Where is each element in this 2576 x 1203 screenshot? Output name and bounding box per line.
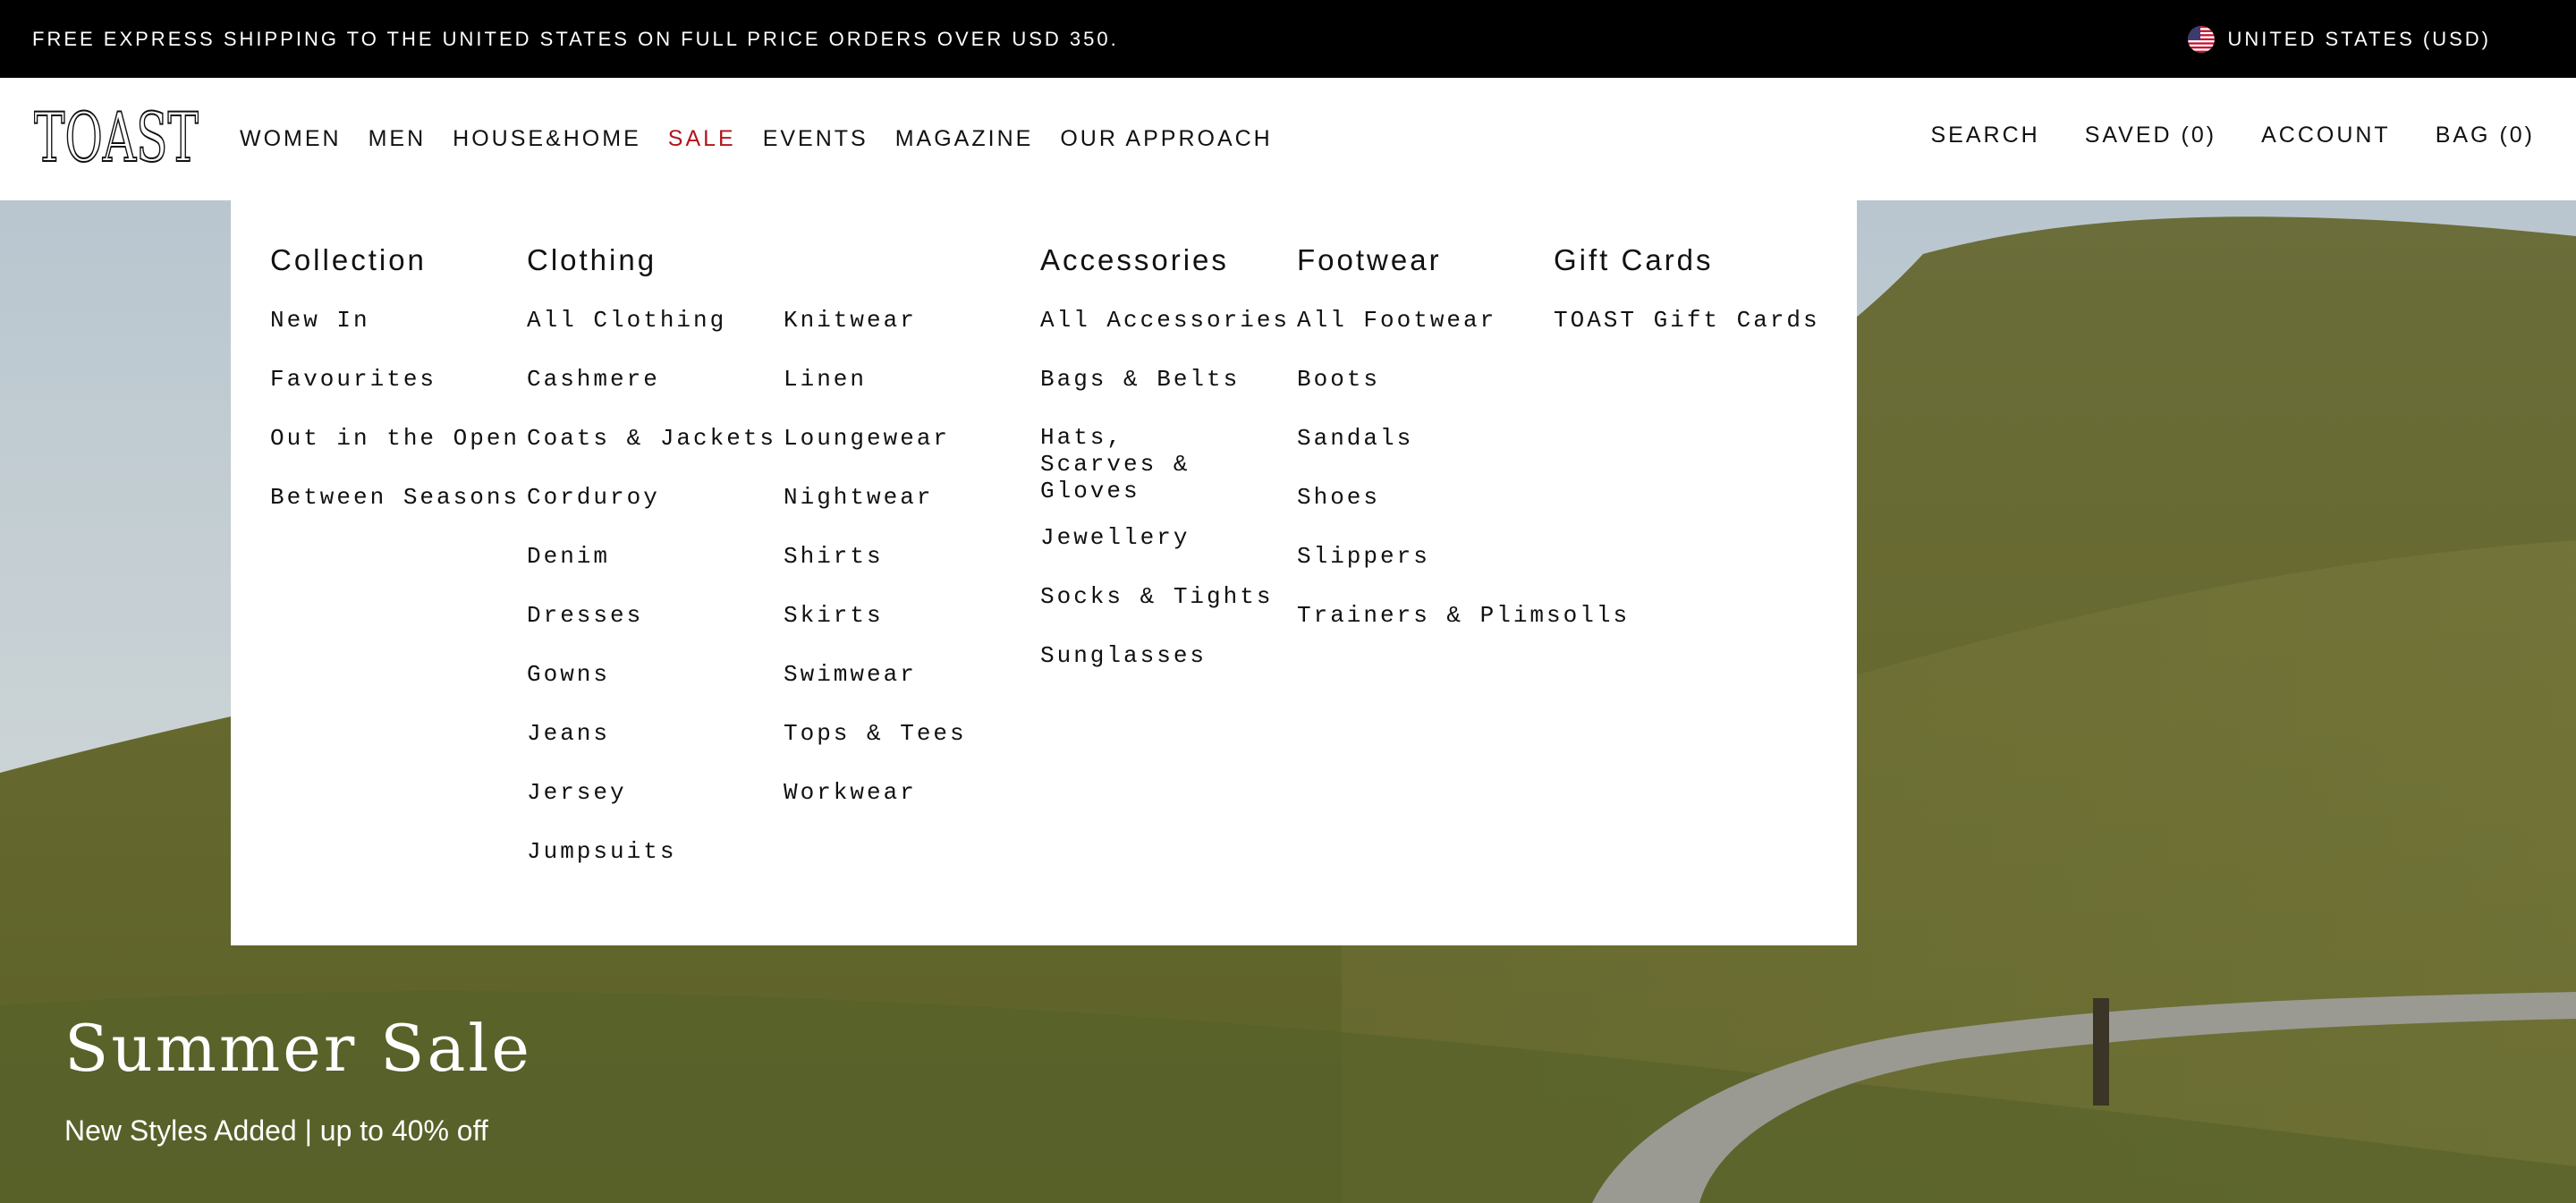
- hero-title: Summer Sale: [64, 1011, 533, 1086]
- menu-item[interactable]: Jersey: [527, 778, 776, 808]
- menu-list-clothing-b: Knitwear Linen Loungewear Nightwear Shir…: [784, 306, 967, 837]
- menu-item[interactable]: Out in the Open: [270, 424, 520, 453]
- menu-item[interactable]: Dresses: [527, 601, 776, 631]
- menu-item[interactable]: Tops & Tees: [784, 719, 967, 749]
- menu-heading-gift-cards[interactable]: Gift Cards: [1554, 243, 1714, 277]
- svg-text:TOAST: TOAST: [34, 106, 199, 165]
- menu-item[interactable]: Hats, Scarves & Gloves: [1040, 424, 1246, 504]
- menu-list-clothing-a: All Clothing Cashmere Coats & Jackets Co…: [527, 306, 776, 896]
- nav-women[interactable]: WOMEN: [240, 126, 342, 152]
- main-nav: WOMEN MEN HOUSE&HOME SALE EVENTS MAGAZIN…: [240, 78, 1300, 200]
- menu-item[interactable]: Between Seasons: [270, 483, 520, 513]
- nav-house-home[interactable]: HOUSE&HOME: [453, 126, 641, 152]
- menu-item[interactable]: All Clothing: [527, 306, 776, 335]
- menu-item[interactable]: Favourites: [270, 365, 520, 394]
- nav-magazine[interactable]: MAGAZINE: [895, 126, 1034, 152]
- menu-item[interactable]: Sandals: [1297, 424, 1630, 453]
- menu-item[interactable]: Corduroy: [527, 483, 776, 513]
- menu-item[interactable]: Workwear: [784, 778, 967, 808]
- menu-item[interactable]: Nightwear: [784, 483, 967, 513]
- menu-item[interactable]: TOAST Gift Cards: [1554, 306, 1820, 335]
- menu-heading-clothing[interactable]: Clothing: [527, 243, 657, 277]
- menu-item[interactable]: Denim: [527, 542, 776, 572]
- mega-menu: Collection New In Favourites Out in the …: [231, 200, 1857, 945]
- menu-item[interactable]: Linen: [784, 365, 967, 394]
- menu-item[interactable]: Skirts: [784, 601, 967, 631]
- us-flag-icon: [2188, 25, 2216, 53]
- site-header: TOAST WOMEN MEN HOUSE&HOME SALE EVENTS M…: [0, 78, 2576, 200]
- menu-item[interactable]: Socks & Tights: [1040, 582, 1290, 612]
- menu-item[interactable]: Knitwear: [784, 306, 967, 335]
- saved-link[interactable]: SAVED (0): [2085, 123, 2216, 148]
- menu-item[interactable]: Gowns: [527, 660, 776, 690]
- announcement-text: FREE EXPRESS SHIPPING TO THE UNITED STAT…: [32, 28, 1119, 50]
- announcement-bar: FREE EXPRESS SHIPPING TO THE UNITED STAT…: [0, 0, 2576, 78]
- account-link[interactable]: ACCOUNT: [2261, 123, 2391, 148]
- menu-list-accessories: All Accessories Bags & Belts Hats, Scarv…: [1040, 306, 1290, 700]
- region-label: UNITED STATES (USD): [2227, 27, 2491, 50]
- menu-item[interactable]: New In: [270, 306, 520, 335]
- menu-list-collection: New In Favourites Out in the Open Betwee…: [270, 306, 520, 542]
- toast-logo[interactable]: TOAST: [34, 106, 199, 165]
- menu-item[interactable]: Shoes: [1297, 483, 1630, 513]
- menu-heading-collection[interactable]: Collection: [270, 243, 427, 277]
- nav-our-approach[interactable]: OUR APPROACH: [1060, 126, 1272, 152]
- menu-item[interactable]: Trainers & Plimsolls: [1297, 601, 1630, 631]
- menu-item[interactable]: Boots: [1297, 365, 1630, 394]
- menu-list-gift-cards: TOAST Gift Cards: [1554, 306, 1820, 365]
- menu-item[interactable]: Cashmere: [527, 365, 776, 394]
- hero-subtitle: New Styles Added | up to 40% off: [64, 1114, 488, 1147]
- menu-item[interactable]: Bags & Belts: [1040, 365, 1290, 394]
- menu-item[interactable]: Loungewear: [784, 424, 967, 453]
- nav-events[interactable]: EVENTS: [763, 126, 869, 152]
- search-link[interactable]: SEARCH: [1931, 123, 2040, 148]
- menu-item[interactable]: Jumpsuits: [527, 837, 776, 867]
- menu-item[interactable]: Sunglasses: [1040, 641, 1290, 671]
- menu-item[interactable]: Swimwear: [784, 660, 967, 690]
- menu-heading-accessories[interactable]: Accessories: [1040, 243, 1229, 277]
- menu-heading-footwear[interactable]: Footwear: [1297, 243, 1442, 277]
- nav-men[interactable]: MEN: [369, 126, 427, 152]
- bag-link[interactable]: BAG (0): [2436, 123, 2535, 148]
- region-selector[interactable]: UNITED STATES (USD): [2188, 0, 2491, 78]
- menu-item[interactable]: Jeans: [527, 719, 776, 749]
- menu-item[interactable]: Slippers: [1297, 542, 1630, 572]
- utility-nav: SEARCH SAVED (0) ACCOUNT BAG (0): [1886, 78, 2536, 200]
- menu-item[interactable]: Shirts: [784, 542, 967, 572]
- nav-sale[interactable]: SALE: [668, 126, 736, 152]
- menu-item[interactable]: Jewellery: [1040, 523, 1290, 553]
- menu-item[interactable]: All Accessories: [1040, 306, 1290, 335]
- menu-item[interactable]: Coats & Jackets: [527, 424, 776, 453]
